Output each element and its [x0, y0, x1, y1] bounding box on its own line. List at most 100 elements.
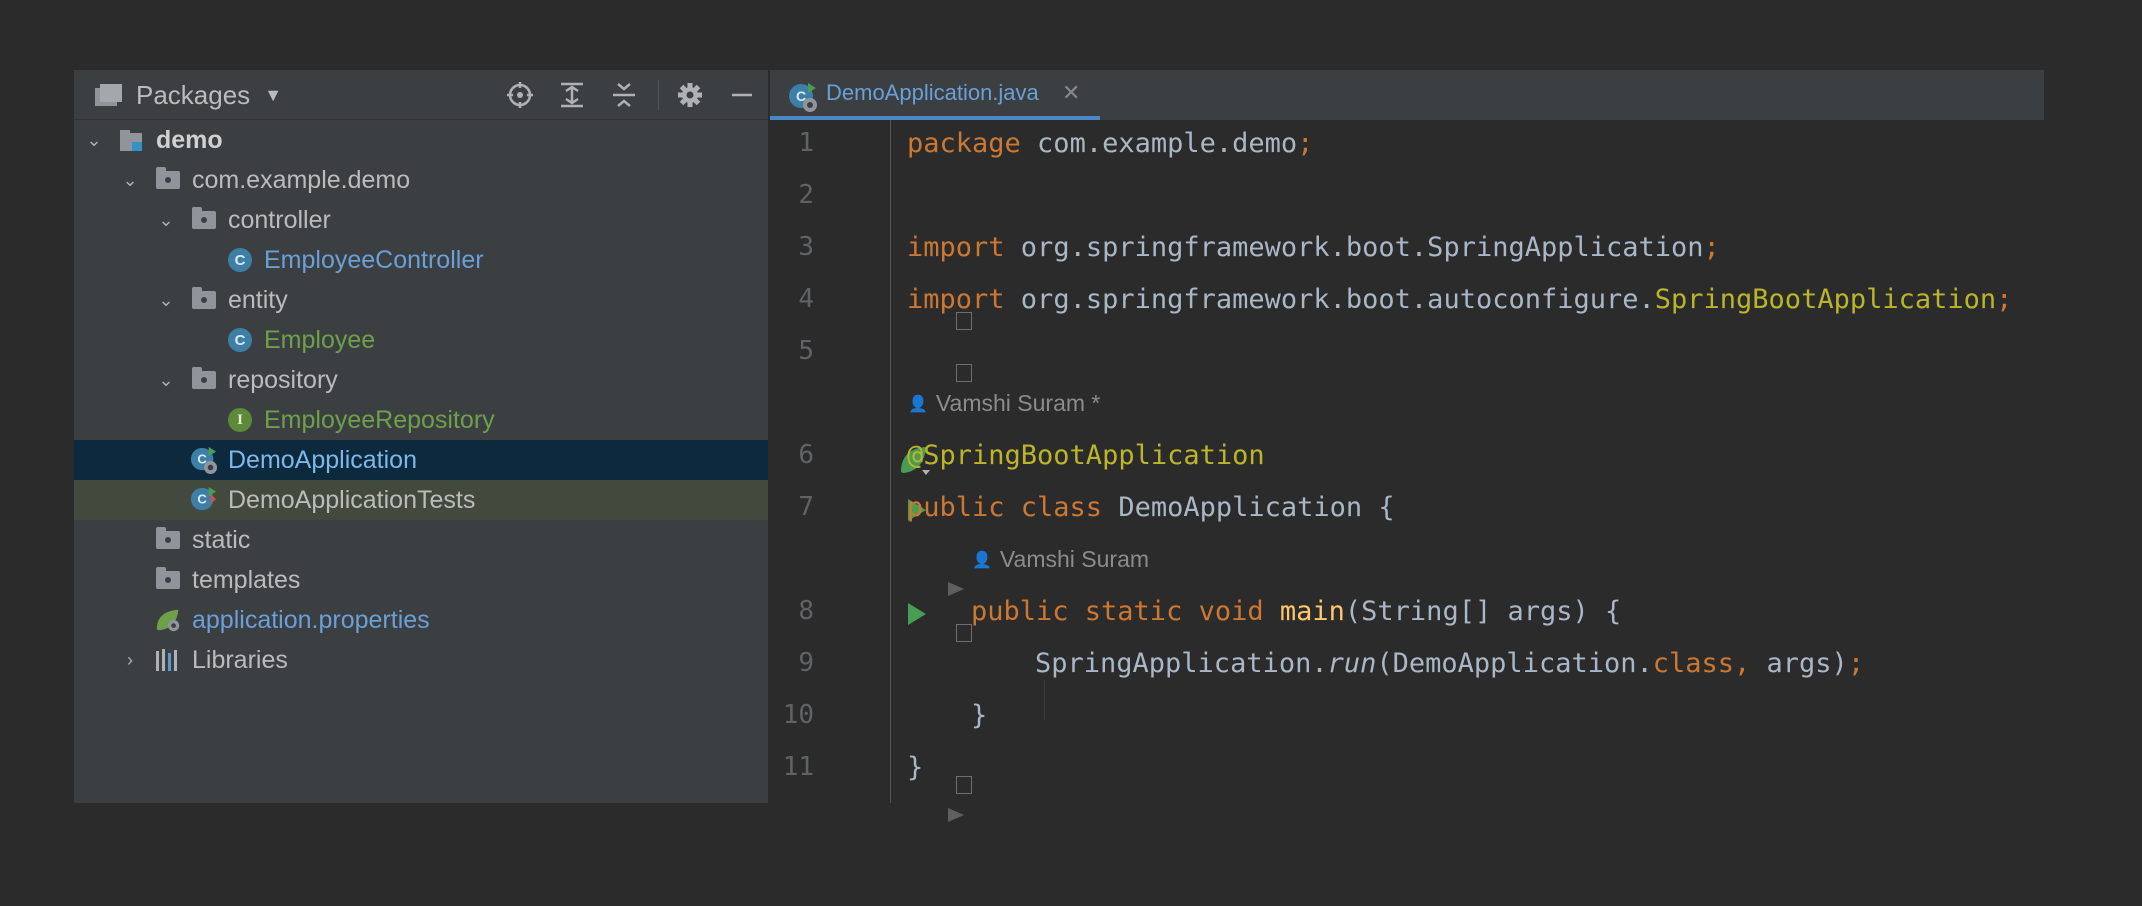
tree-label: demo [156, 125, 223, 154]
code-editor: C DemoApplication.java ✕ 1 2 3 4 5 6 7 8… [770, 70, 2044, 822]
collapse-all-icon[interactable] [604, 70, 644, 120]
tree-item-employee[interactable]: C Employee [74, 320, 768, 360]
tree-item-libraries[interactable]: › Libraries [74, 640, 768, 680]
token-punct: , [1734, 648, 1751, 679]
package-icon [190, 206, 218, 234]
token-annotation: SpringBootApplication [1654, 284, 1997, 315]
tree-item-controller[interactable]: ⌄ controller [74, 200, 768, 240]
panel-title: Packages [136, 79, 251, 110]
token-text: (DemoApplication. [1376, 648, 1653, 679]
tree-label: entity [228, 285, 288, 314]
spring-class-icon: C [190, 486, 218, 514]
token-keyword: package [907, 128, 1021, 159]
token-punct: ; [1297, 128, 1314, 159]
token-text: args) [1750, 648, 1848, 679]
package-icon [190, 366, 218, 394]
tree-label: Employee [264, 325, 376, 354]
line-number: 9 [798, 648, 814, 678]
tree-item-entity[interactable]: ⌄ entity [74, 280, 768, 320]
toolbar-separator [658, 80, 659, 110]
token-text: } [907, 752, 924, 783]
token-method: main [1279, 596, 1345, 627]
token-punct: ; [1996, 284, 2013, 315]
tree-item-com-example-demo[interactable]: ⌄ com.example.demo [74, 160, 768, 200]
line-number: 7 [798, 492, 814, 522]
tree-label: application.properties [192, 605, 430, 634]
line-number: 6 [798, 440, 814, 470]
token-text: (String[] args) { [1344, 596, 1622, 627]
fold-icon[interactable] [956, 776, 972, 794]
chevron-down-icon[interactable]: ⌄ [84, 130, 104, 151]
code-area[interactable]: 1 2 3 4 5 6 7 8 9 10 11 package com.exam… [770, 120, 2044, 822]
tree-label: EmployeeController [264, 245, 484, 274]
token-text: org.springframework.boot.SpringApplicati… [1004, 232, 1704, 263]
token-text: org.springframework.boot.autoconfigure. [1004, 284, 1655, 315]
expand-all-icon[interactable] [552, 70, 592, 120]
line-number: 1 [798, 128, 814, 158]
tree-item-demo-application-tests[interactable]: C DemoApplicationTests [74, 480, 768, 520]
svg-text:C: C [197, 492, 207, 507]
tree-item-templates[interactable]: templates [74, 560, 768, 600]
code-line-7: public class DemoApplication { [907, 492, 1395, 523]
token-text: DemoApplication { [1102, 492, 1395, 523]
libraries-icon [154, 646, 182, 674]
gear-icon[interactable] [670, 70, 710, 120]
tab-demo-application[interactable]: C DemoApplication.java ✕ [770, 70, 1100, 120]
run-icon[interactable] [908, 603, 926, 625]
chevron-down-icon[interactable]: ⌄ [156, 210, 176, 231]
spring-class-icon: C [190, 446, 218, 474]
spring-class-icon: C [789, 83, 817, 112]
tree-item-demo[interactable]: ⌄ demo [74, 120, 768, 160]
tree-item-application-properties[interactable]: application.properties [74, 600, 768, 640]
tree-item-demo-application[interactable]: C DemoApplication [74, 440, 768, 480]
token-keyword: class [1652, 648, 1735, 679]
package-icon [190, 286, 218, 314]
tree-label: static [192, 525, 251, 554]
code-line-3: import org.springframework.boot.SpringAp… [907, 232, 1720, 263]
chevron-down-icon[interactable]: ⌄ [156, 370, 176, 391]
chevron-down-icon[interactable]: ⌄ [120, 170, 140, 191]
folder-icon [154, 566, 182, 594]
close-icon[interactable]: ✕ [1062, 80, 1080, 106]
line-number: 3 [798, 232, 814, 262]
gutter-divider [890, 120, 891, 803]
project-panel: Packages ▼ ⌄ demo ⌄ com.example.demo ⌄ c… [74, 70, 768, 803]
line-number: 4 [798, 284, 814, 314]
chevron-down-icon[interactable]: ▼ [264, 85, 282, 106]
line-number: 2 [798, 180, 814, 210]
packages-icon [95, 84, 122, 106]
token-keyword: import [907, 232, 1005, 263]
author-hint[interactable]: 👤 Vamshi Suram * [908, 390, 1100, 417]
class-icon: C [226, 246, 254, 274]
tree-label: DemoApplicationTests [228, 485, 476, 514]
code-line-8: public static void main(String[] args) { [971, 596, 1621, 627]
tree-label: DemoApplication [228, 445, 417, 474]
code-line-10: } [971, 700, 987, 731]
token-method-static: run [1327, 648, 1377, 679]
minimize-icon[interactable] [722, 70, 762, 120]
view-selector[interactable]: Packages ▼ [94, 70, 282, 120]
token-text: SpringApplication. [1035, 648, 1328, 679]
author-name: Vamshi Suram * [935, 390, 1101, 416]
tree-item-employee-repository[interactable]: I EmployeeRepository [74, 400, 768, 440]
fold-icon[interactable] [956, 364, 972, 382]
author-hint[interactable]: 👤 Vamshi Suram [972, 546, 1149, 573]
chevron-right-icon[interactable]: › [120, 650, 140, 671]
module-folder-icon [118, 126, 146, 154]
token-keyword: import [907, 284, 1005, 315]
chevron-down-icon[interactable]: ⌄ [156, 290, 176, 311]
line-number: 11 [782, 752, 814, 782]
token-keyword: public static void [971, 596, 1264, 627]
breakpoint-arrow-icon [948, 808, 964, 822]
crosshair-icon[interactable] [500, 70, 540, 120]
tree-item-employee-controller[interactable]: C EmployeeController [74, 240, 768, 280]
code-line-4: import org.springframework.boot.autoconf… [907, 284, 2012, 315]
interface-icon: I [226, 406, 254, 434]
tree-item-static[interactable]: static [74, 520, 768, 560]
breakpoint-arrow-icon [948, 582, 964, 596]
tree-item-repository[interactable]: ⌄ repository [74, 360, 768, 400]
line-number: 8 [798, 596, 814, 626]
fold-icon[interactable] [956, 624, 972, 642]
spring-properties-icon [154, 606, 182, 634]
line-number: 10 [782, 700, 814, 730]
